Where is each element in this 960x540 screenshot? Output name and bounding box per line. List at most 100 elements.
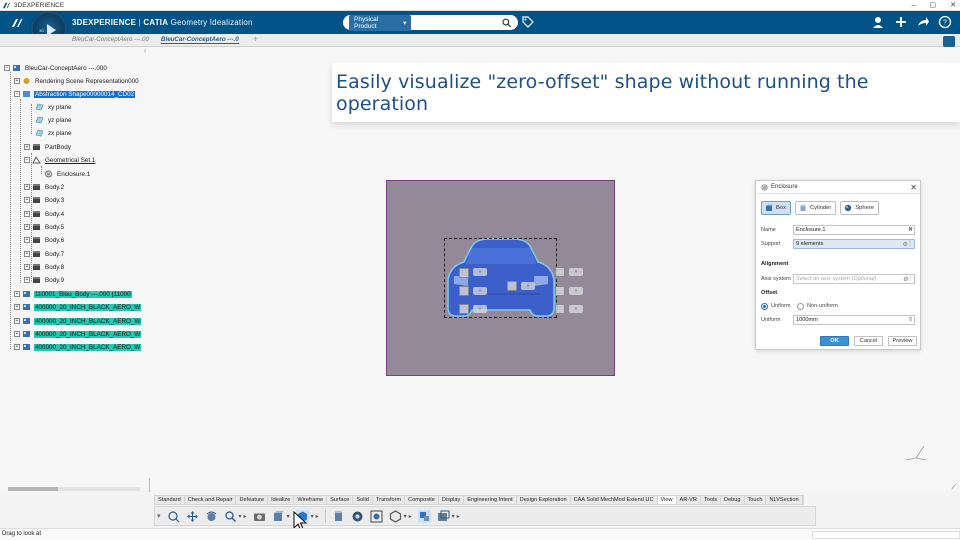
chevron-right-icon[interactable]: ▸ xyxy=(409,513,412,520)
tab-document-2[interactable]: BleuCar-ConceptAero ---.0 xyxy=(161,36,239,44)
expand-icon[interactable]: + xyxy=(14,344,20,350)
manipulator-arrow[interactable]: » xyxy=(569,305,583,313)
section-tab-check-and-repair[interactable]: Check and Repair xyxy=(185,496,237,504)
clipping-icon[interactable] xyxy=(437,510,450,523)
expand-icon[interactable]: + xyxy=(24,237,30,243)
zoom-icon[interactable] xyxy=(224,510,237,523)
expand-icon[interactable]: + xyxy=(24,211,30,217)
camera-icon[interactable] xyxy=(253,510,266,523)
section-tab-nlvsection[interactable]: NLVSection xyxy=(766,496,803,504)
section-tab-composite[interactable]: Composite xyxy=(405,496,439,504)
minimize-icon[interactable]: – xyxy=(912,0,916,11)
uniform-radio[interactable] xyxy=(761,303,768,310)
chevron-down-icon[interactable]: ▾ xyxy=(452,513,455,520)
tree-node-partbody[interactable]: + PartBody xyxy=(24,141,72,153)
expand-icon[interactable]: + xyxy=(14,331,20,337)
expand-icon[interactable]: + xyxy=(14,318,20,324)
section-tab-standard[interactable]: Standard xyxy=(155,496,185,504)
name-field[interactable]: Enclosure.1 ✖ xyxy=(793,225,915,235)
tree-node-wheel[interactable]: +400000_20_INCH_BLACK_AERO_W xyxy=(14,328,142,340)
rotate-icon[interactable] xyxy=(205,510,218,523)
expand-icon[interactable]: + xyxy=(24,224,30,230)
ok-button[interactable]: OK xyxy=(820,336,849,346)
section-tab-engineering-intent[interactable]: Engineering Intent xyxy=(464,496,517,504)
cylinder-view-icon[interactable] xyxy=(332,510,345,523)
section-tab-defeature[interactable]: Defeature xyxy=(236,496,269,504)
tree-node-enclosure[interactable]: Enclosure.1 xyxy=(44,168,91,180)
tree-node-wheel[interactable]: +400000_20_INCH_BLACK_AERO_W xyxy=(14,301,142,313)
pan-icon[interactable] xyxy=(186,510,199,523)
tree-node-body[interactable]: + Body.9 xyxy=(24,274,65,286)
chevron-down-icon[interactable]: ▾ xyxy=(239,513,242,520)
manipulator-arrow[interactable]: » xyxy=(569,287,583,295)
search-scope-dropdown[interactable]: Physical Product ▾ xyxy=(349,14,412,31)
tree-node-body[interactable]: + Body.7 xyxy=(24,248,65,260)
tree-node-body[interactable]: + Body.5 xyxy=(24,221,65,233)
tree-node-yz-plane[interactable]: yz plane xyxy=(35,114,72,126)
manipulator-arrow[interactable]: » xyxy=(473,287,487,295)
tab-document-1[interactable]: BleuCar-ConceptAero ---.00 xyxy=(72,36,149,43)
section-tab-idealize[interactable]: Idealize xyxy=(268,496,295,504)
manipulator-handle[interactable] xyxy=(555,286,565,296)
chevron-right-icon[interactable]: ▸ xyxy=(457,513,460,520)
collapse-panel-icon[interactable]: ‹ xyxy=(144,48,146,55)
support-field[interactable]: 9 elements ⚙ ⋮ xyxy=(793,239,915,249)
chevron-right-icon[interactable]: ▸ xyxy=(316,513,319,520)
view-cube-icon[interactable] xyxy=(272,510,285,523)
close-icon[interactable]: ✕ xyxy=(950,0,956,11)
tag-icon[interactable] xyxy=(522,16,534,28)
section-tab-display[interactable]: Display xyxy=(439,496,465,504)
fullscreen-icon[interactable] xyxy=(943,36,955,47)
scrollbar-thumb[interactable] xyxy=(8,487,58,491)
section-tab-touch[interactable]: Touch xyxy=(745,496,767,504)
manipulator-handle[interactable] xyxy=(459,304,469,314)
manipulator-handle[interactable] xyxy=(507,281,517,291)
manipulator-arrow[interactable]: » xyxy=(473,268,487,276)
manipulator-handle[interactable] xyxy=(459,286,469,296)
tree-node-root[interactable]: − BleuCar-ConceptAero ---.000 xyxy=(4,62,108,74)
section-tab-caa-solid-mechmod-extend-uc[interactable]: CAA Solid MechMod Extend UC xyxy=(571,496,658,504)
cancel-button[interactable]: Cancel xyxy=(854,336,883,346)
manipulator-handle[interactable] xyxy=(555,267,565,277)
expand-icon[interactable]: + xyxy=(24,184,30,190)
tree-node-body-instance[interactable]: +110001_Bleu_Body ---.000 (11000 xyxy=(14,288,132,300)
box-button[interactable]: Box xyxy=(761,201,791,215)
fly-mode-icon[interactable] xyxy=(167,510,180,523)
tree-node-xy-plane[interactable]: xy plane xyxy=(35,101,72,113)
search-input[interactable] xyxy=(414,16,503,29)
tree-node-rendering[interactable]: + Rendering Scene Representation000 xyxy=(14,75,140,87)
collapse-icon[interactable]: − xyxy=(14,91,20,97)
command-input[interactable] xyxy=(812,531,960,539)
tree-node-wheel[interactable]: +400000_20_INCH_BLACK_AERO_W xyxy=(14,315,142,327)
section-tab-debug[interactable]: Debug xyxy=(721,496,745,504)
section-tab-wireframe[interactable]: Wireframe xyxy=(294,496,328,504)
tree-node-body[interactable]: + Body.6 xyxy=(24,234,65,246)
expand-icon[interactable]: + xyxy=(24,144,30,150)
capture-icon[interactable] xyxy=(370,510,383,523)
expand-icon[interactable]: + xyxy=(14,78,20,84)
tree-node-body[interactable]: + Body.3 xyxy=(24,194,65,206)
manipulator-handle[interactable] xyxy=(555,304,565,314)
share-icon[interactable] xyxy=(916,15,930,29)
expand-icon[interactable]: + xyxy=(24,197,30,203)
collapse-icon[interactable]: − xyxy=(24,157,30,163)
search-icon[interactable] xyxy=(502,18,512,28)
uniform-value-field[interactable]: 1000mm ⇕ xyxy=(793,315,915,325)
add-icon[interactable] xyxy=(894,15,908,29)
preview-button[interactable]: Preview xyxy=(888,336,917,346)
tree-node-wheel[interactable]: +400000_20_INCH_BLACK_AERO_W xyxy=(14,341,142,353)
section-tab-solid[interactable]: Solid xyxy=(353,496,373,504)
manipulator-arrow[interactable]: » xyxy=(521,282,535,290)
hexagon-icon[interactable] xyxy=(389,509,402,523)
tree-node-abstraction-shape[interactable]: − Abstraction Shape00000014_CD02 xyxy=(14,88,136,100)
more-icon[interactable]: ⋮ xyxy=(907,275,913,283)
expand-icon[interactable]: + xyxy=(14,291,20,297)
expand-icon[interactable]: + xyxy=(24,264,30,270)
expand-icon[interactable]: + xyxy=(24,277,30,283)
clear-icon[interactable]: ✖ xyxy=(908,226,913,234)
tree-node-geometrical-set[interactable]: − Geometrical Set.1 xyxy=(24,154,96,166)
multi-view-icon[interactable] xyxy=(417,509,431,523)
add-tab-button[interactable]: + xyxy=(253,34,258,44)
sphere-button[interactable]: Sphere xyxy=(840,201,879,215)
user-icon[interactable] xyxy=(872,15,886,29)
